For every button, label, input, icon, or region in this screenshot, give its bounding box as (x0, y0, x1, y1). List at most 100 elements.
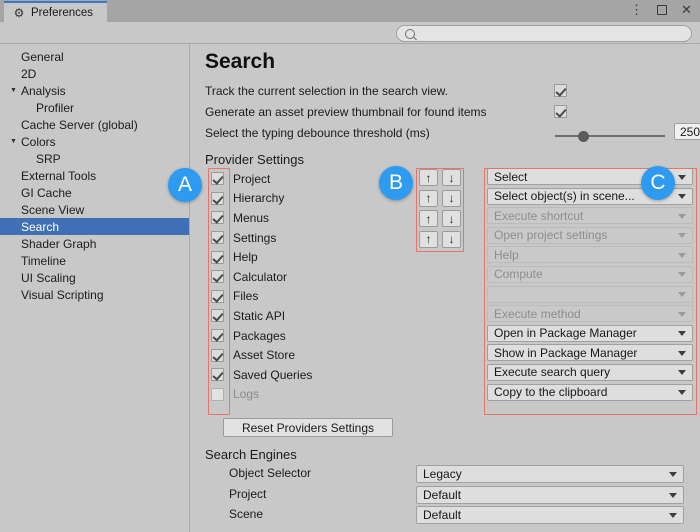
provider-checkbox-calculator[interactable] (211, 270, 224, 284)
provider-row[interactable]: Help (211, 247, 386, 267)
provider-action-row: Copy to the clipboard (487, 383, 693, 404)
provider-list[interactable]: Project Hierarchy Menus Settings Help Calcula… (211, 169, 386, 404)
provider-action-dropdown[interactable]: Help (487, 246, 693, 264)
sidebar-item-ui-scaling[interactable]: UI Scaling (0, 269, 189, 286)
provider-checkbox-settings[interactable] (211, 231, 224, 245)
sidebar-item-srp[interactable]: SRP (0, 150, 189, 167)
tab-preferences[interactable]: ⚙ Preferences (4, 1, 108, 22)
gear-icon: ⚙ (13, 5, 25, 20)
chevron-down-icon (678, 292, 686, 298)
sidebar-item-visual-scripting[interactable]: Visual Scripting (0, 286, 189, 303)
sidebar-item-search[interactable]: Search (0, 218, 189, 235)
toolbar (0, 22, 700, 44)
provider-checkbox-logs[interactable] (211, 387, 224, 401)
provider-action-dropdown[interactable]: Open project settings (487, 226, 693, 244)
sidebar-item-label: SRP (36, 151, 61, 166)
sidebar-item-scene-view[interactable]: Scene View (0, 201, 189, 218)
provider-checkbox-hierarchy[interactable] (211, 191, 224, 205)
asset-preview-checkbox[interactable] (554, 105, 567, 118)
provider-checkbox-menus[interactable] (211, 211, 224, 225)
search-field[interactable] (396, 25, 692, 42)
sidebar-item-cache-server-global[interactable]: Cache Server (global) (0, 116, 189, 133)
provider-row[interactable]: Asset Store (211, 345, 386, 365)
maximize-icon[interactable] (654, 2, 669, 17)
sidebar-item-timeline[interactable]: Timeline (0, 252, 189, 269)
move-up-button[interactable]: ↑ (419, 169, 438, 186)
sidebar-item-external-tools[interactable]: External Tools (0, 167, 189, 184)
provider-action-row: Help (487, 246, 693, 266)
provider-action-dropdown[interactable]: Compute (487, 265, 693, 283)
reorder-arrow-row: ↑ ↓ (419, 189, 461, 207)
sidebar-item-colors[interactable]: ▼ Colors (0, 133, 189, 150)
option-row-asset-preview: Generate an asset preview thumbnail for … (205, 103, 486, 121)
annotation-badge-a: A (168, 168, 202, 202)
move-down-button[interactable]: ↓ (442, 189, 461, 207)
debounce-value-field[interactable]: 250 (674, 123, 700, 140)
provider-action-row: Open project settings (487, 226, 693, 247)
search-input[interactable] (420, 26, 675, 41)
track-selection-checkbox[interactable] (554, 84, 567, 97)
sidebar-item-general[interactable]: General (0, 48, 189, 65)
provider-row[interactable]: Packages (211, 326, 386, 346)
search-engine-dropdown-object-selector[interactable]: Legacy (416, 465, 684, 483)
chevron-down-icon (678, 370, 686, 376)
move-down-button[interactable]: ↓ (442, 230, 461, 248)
provider-row[interactable]: Hierarchy (211, 189, 386, 209)
move-up-button[interactable]: ↑ (419, 230, 438, 248)
chevron-down-icon: ▼ (10, 87, 17, 94)
provider-row[interactable]: Project (211, 169, 386, 189)
search-engine-dropdown-scene[interactable]: Default (416, 506, 684, 524)
provider-row[interactable]: Settings (211, 228, 386, 248)
provider-action-dropdown[interactable]: Execute search query (487, 363, 693, 381)
provider-row[interactable]: Files (211, 287, 386, 307)
provider-row[interactable]: Logs (211, 385, 386, 405)
provider-action-dropdown[interactable]: Open in Package Manager (487, 324, 693, 342)
search-engine-dropdown-project[interactable]: Default (416, 485, 684, 504)
sidebar-item-analysis[interactable]: ▼ Analysis (0, 82, 189, 99)
search-engine-row: Object Selector Legacy (191, 465, 700, 484)
move-up-button[interactable]: ↑ (419, 189, 438, 207)
kebab-menu-icon[interactable]: ⋮ (629, 2, 644, 17)
slider-knob[interactable] (578, 131, 589, 142)
provider-action-dropdown[interactable]: Copy to the clipboard (487, 383, 693, 401)
provider-row[interactable]: Calculator (211, 267, 386, 287)
sidebar-item-profiler[interactable]: Profiler (0, 99, 189, 116)
provider-action-value: Execute shortcut (494, 208, 584, 223)
provider-checkbox-asset-store[interactable] (211, 348, 224, 362)
provider-checkbox-static-api[interactable] (211, 309, 224, 323)
sidebar-item-label: Analysis (21, 83, 66, 98)
provider-checkbox-files[interactable] (211, 289, 224, 303)
provider-action-dropdown[interactable] (487, 285, 693, 303)
provider-action-dropdown[interactable]: Execute method (487, 305, 693, 323)
provider-action-dropdowns[interactable]: Select Select object(s) in scene... Execut… (487, 168, 693, 403)
provider-action-dropdown[interactable]: Execute shortcut (487, 207, 693, 225)
search-icon (405, 28, 415, 39)
sidebar[interactable]: General 2D ▼ Analysis Profiler Cache Server (… (0, 44, 190, 532)
sidebar-item-gi-cache[interactable]: GI Cache (0, 184, 189, 201)
move-down-button[interactable]: ↓ (442, 169, 461, 186)
provider-settings-heading: Provider Settings (205, 152, 304, 167)
search-engine-row: Scene Default (191, 506, 700, 525)
close-icon[interactable]: ✕ (679, 2, 694, 17)
sidebar-item-2d[interactable]: 2D (0, 65, 189, 82)
debounce-slider[interactable] (555, 130, 665, 142)
provider-checkbox-project[interactable] (211, 172, 224, 186)
provider-row[interactable]: Static API (211, 306, 386, 326)
provider-row[interactable]: Menus (211, 208, 386, 228)
provider-checkbox-packages[interactable] (211, 329, 224, 343)
provider-checkbox-help[interactable] (211, 250, 224, 264)
move-down-button[interactable]: ↓ (442, 210, 461, 228)
sidebar-item-shader-graph[interactable]: Shader Graph (0, 235, 189, 252)
reset-providers-settings-button[interactable]: Reset Providers Settings (223, 418, 393, 437)
sidebar-item-label: UI Scaling (21, 270, 76, 285)
move-up-button[interactable]: ↑ (419, 210, 438, 228)
reorder-arrows-group[interactable]: ↑ ↓ ↑ ↓ ↑ ↓ ↑ ↓ (419, 169, 461, 251)
preferences-window: ⚙ Preferences ⋮ ✕ General 2D ▼ Analysis Prof… (0, 0, 700, 532)
search-engine-label: Object Selector (229, 466, 312, 480)
provider-row[interactable]: Saved Queries (211, 365, 386, 385)
sidebar-item-label: Visual Scripting (21, 287, 104, 302)
provider-label: Help (233, 250, 258, 265)
provider-action-dropdown[interactable]: Show in Package Manager (487, 344, 693, 362)
provider-checkbox-saved-queries[interactable] (211, 368, 224, 382)
provider-action-row: Open in Package Manager (487, 324, 693, 345)
